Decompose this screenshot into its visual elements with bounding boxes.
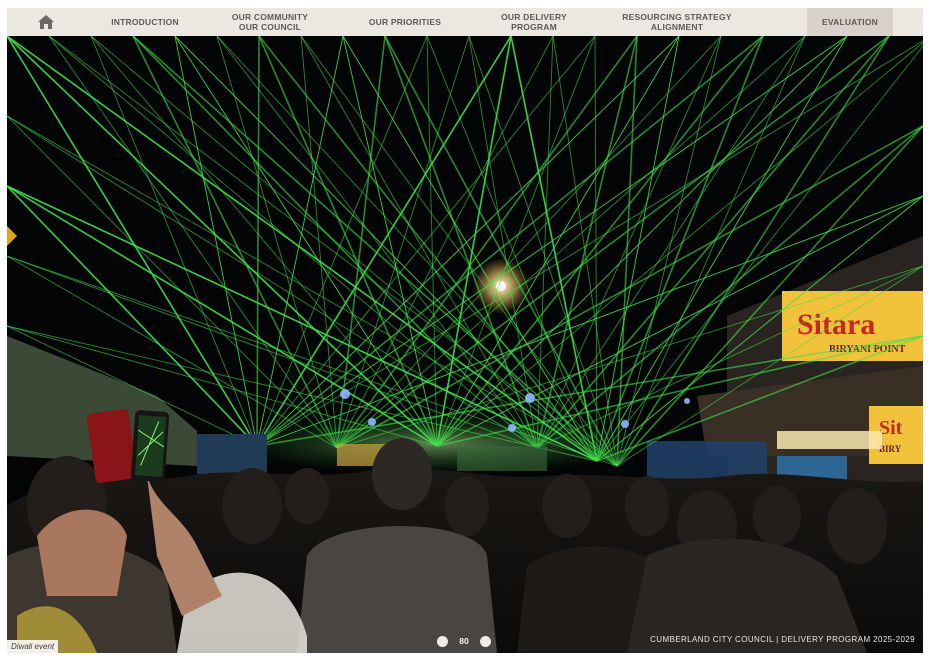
- diwali-event-photo: Sitara BIRYANI POINT Sit BIRY Diwali eve…: [7, 36, 923, 653]
- page: INTRODUCTION OUR COMMUNITY OUR COUNCIL O…: [7, 8, 923, 653]
- nav-item-our-delivery-program[interactable]: OUR DELIVERY PROGRAM: [475, 8, 593, 36]
- next-page-button[interactable]: [480, 635, 491, 647]
- nav-item-resourcing-strategy-alignment[interactable]: RESOURCING STRATEGY ALIGNMENT: [593, 8, 761, 36]
- home-icon: [38, 15, 54, 29]
- sitara-sign-text: Sitara: [797, 308, 875, 341]
- pagination: 80: [437, 634, 491, 648]
- nav-item-evaluation[interactable]: EVALUATION: [807, 8, 893, 36]
- photo-caption: Diwali event: [7, 640, 59, 653]
- stall: [197, 434, 267, 474]
- top-navigation: INTRODUCTION OUR COMMUNITY OUR COUNCIL O…: [7, 8, 923, 36]
- nav-item-our-community-our-council[interactable]: OUR COMMUNITY OUR COUNCIL: [205, 8, 335, 36]
- laser-show-scene: Sitara BIRYANI POINT Sit BIRY: [7, 36, 923, 653]
- nav-item-label: OUR COMMUNITY OUR COUNCIL: [231, 12, 309, 32]
- nav-item-label: OUR DELIVERY PROGRAM: [501, 12, 567, 32]
- home-button[interactable]: [7, 8, 85, 36]
- sitara-small-sign-text: Sit: [879, 417, 903, 439]
- nav-item-label: RESOURCING STRATEGY ALIGNMENT: [622, 12, 732, 32]
- nav-item-introduction[interactable]: INTRODUCTION: [85, 8, 205, 36]
- person-head: [372, 438, 432, 510]
- nav-item-our-priorities[interactable]: OUR PRIORITIES: [335, 8, 475, 36]
- page-number: 80: [459, 636, 469, 646]
- previous-page-button[interactable]: [437, 635, 448, 647]
- biryani-small-text: BIRY: [879, 444, 902, 454]
- footer-organisation: CUMBERLAND CITY COUNCIL | DELIVERY PROGR…: [650, 635, 915, 644]
